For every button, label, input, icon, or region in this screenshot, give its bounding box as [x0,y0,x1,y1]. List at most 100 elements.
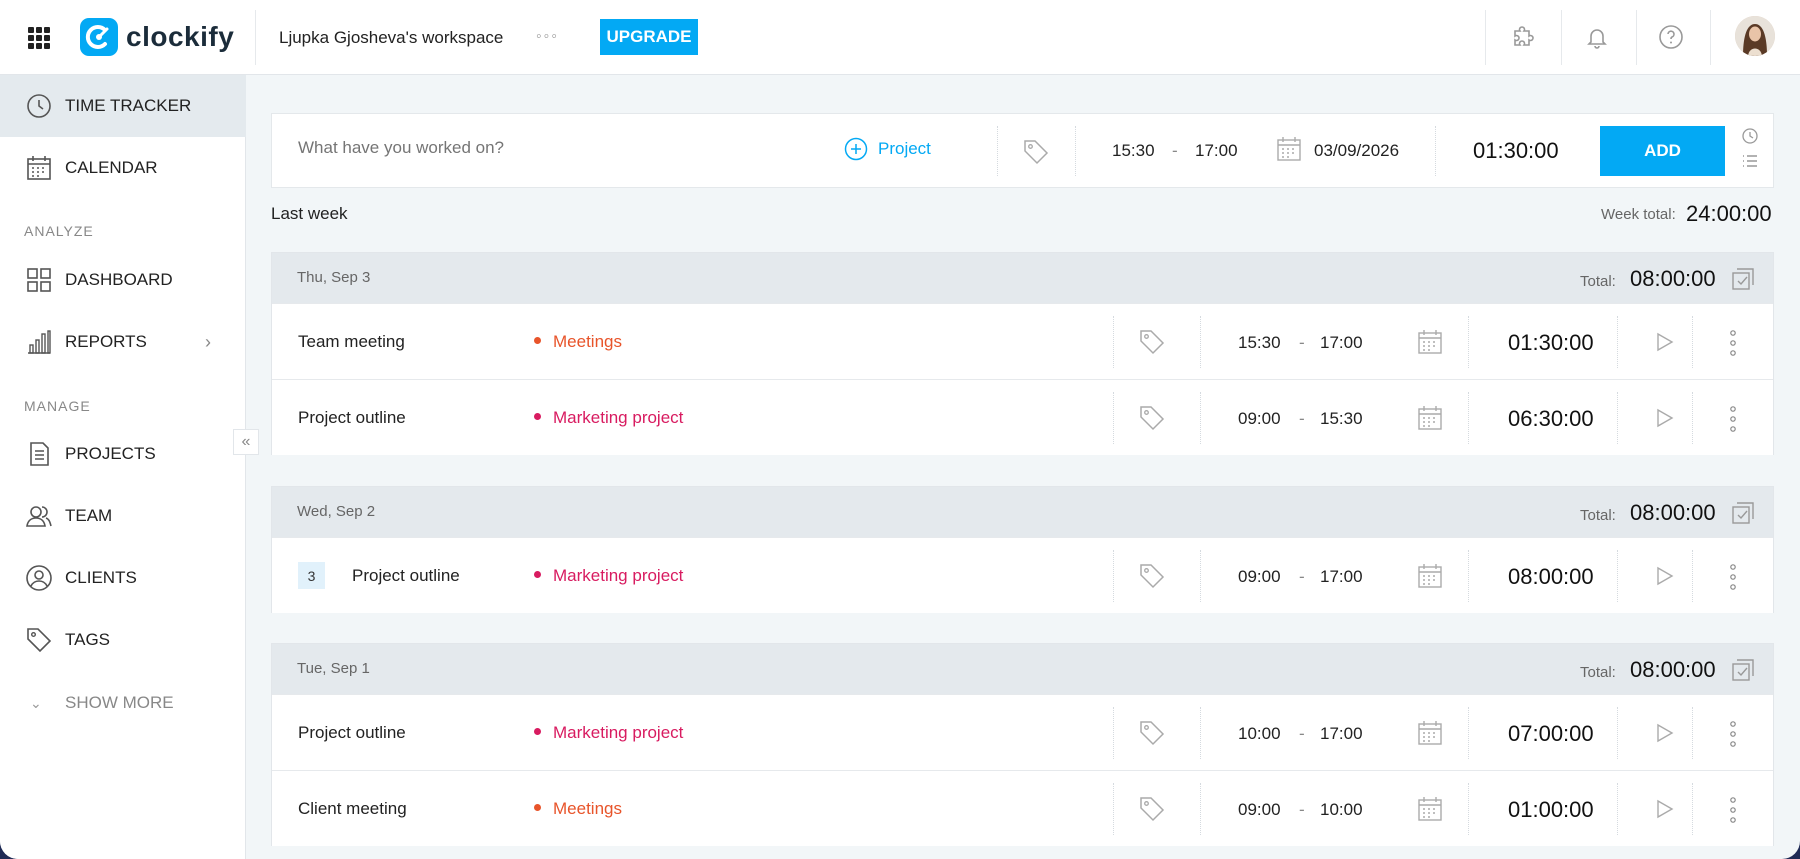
bulk-edit-icon[interactable] [1731,658,1755,682]
entry-description[interactable]: Project outline [298,723,406,743]
divider [1435,126,1436,176]
tag-icon[interactable] [1138,795,1166,823]
sidebar-item-time-tracker[interactable]: TIME TRACKER [0,75,246,137]
calendar-icon[interactable] [1417,563,1443,589]
table-row: Project outline Marketing project 09:00-15… [272,379,1773,455]
entry-end-time[interactable]: 17:00 [1320,724,1363,744]
entry-end-time[interactable]: 17:00 [1320,567,1363,587]
divider [1113,707,1114,759]
integrations-puzzle-icon[interactable] [1507,22,1537,52]
calendar-icon[interactable] [1417,329,1443,355]
entry-duration[interactable]: 07:00:00 [1508,721,1594,747]
day-header: Wed, Sep 2 Total: 08:00:00 [272,487,1773,537]
play-icon[interactable] [1652,564,1676,588]
show-more-button[interactable]: ⌄ SHOW MORE [0,672,246,734]
entry-project-label: Marketing project [553,723,684,742]
divider [1617,316,1618,368]
entry-project[interactable]: Meetings [534,332,622,352]
entry-project-label: Marketing project [553,408,684,427]
sidebar-item-clients[interactable]: CLIENTS [0,547,246,609]
sidebar-item-tags[interactable]: TAGS [0,609,246,671]
entry-start-time[interactable]: 09:00 [1238,567,1281,587]
tag-icon[interactable] [1138,562,1166,590]
sidebar: TIME TRACKER CALENDAR ANALYZE DASHBOARD … [0,75,246,859]
bulk-edit-icon[interactable] [1731,501,1755,525]
user-avatar[interactable] [1735,16,1775,56]
time-separator: - [1299,567,1305,586]
entry-project[interactable]: Meetings [534,799,622,819]
add-entry-button[interactable]: ADD [1600,126,1725,176]
entry-duration[interactable]: 01:30:00 [1508,330,1594,356]
apps-grid-icon[interactable] [28,27,50,49]
entry-end-time[interactable]: 10:00 [1320,800,1363,820]
calendar-icon[interactable] [1417,720,1443,746]
tag-icon[interactable] [1138,328,1166,356]
divider [1617,783,1618,835]
divider [255,10,256,65]
entry-start-time[interactable]: 10:00 [1238,724,1281,744]
help-question-icon[interactable] [1656,22,1686,52]
clockify-logo[interactable]: clockify [80,18,234,56]
end-time-input[interactable]: 17:00 [1195,141,1238,161]
tag-icon[interactable] [1138,404,1166,432]
divider [1468,550,1469,602]
entry-project[interactable]: Marketing project [534,566,683,586]
calendar-icon[interactable] [1276,136,1302,162]
manual-mode-list-icon[interactable] [1741,152,1759,170]
workspace-name[interactable]: Ljupka Gjosheva's workspace [279,28,503,48]
day-total-label: Total: [1580,507,1616,524]
grouped-entries-count[interactable]: 3 [298,562,325,589]
more-vertical-icon[interactable] [1728,795,1738,825]
entry-start-time[interactable]: 09:00 [1238,409,1281,429]
sidebar-item-reports[interactable]: REPORTS › [0,311,246,373]
upgrade-button[interactable]: UPGRADE [600,19,698,55]
entry-end-time[interactable]: 17:00 [1320,333,1363,353]
entry-duration[interactable]: 01:00:00 [1508,797,1594,823]
entry-description[interactable]: Client meeting [298,799,407,819]
divider [1692,707,1693,759]
tag-icon[interactable] [1138,719,1166,747]
bulk-edit-icon[interactable] [1731,267,1755,291]
entry-description[interactable]: Project outline [352,566,460,586]
tag-icon[interactable] [1022,138,1050,166]
description-input[interactable] [298,138,798,158]
divider [1692,550,1693,602]
entry-duration[interactable]: 06:30:00 [1508,406,1594,432]
duration-display[interactable]: 01:30:00 [1473,138,1559,164]
workspace-more-button[interactable]: ◦◦◦ [536,28,559,46]
sidebar-item-label: DASHBOARD [65,270,173,289]
entry-project[interactable]: Marketing project [534,408,683,428]
calendar-icon[interactable] [1417,405,1443,431]
collapse-sidebar-button[interactable]: « [233,429,259,455]
divider [997,126,998,176]
sidebar-item-calendar[interactable]: CALENDAR [0,137,246,199]
start-time-input[interactable]: 15:30 [1112,141,1155,161]
more-vertical-icon[interactable] [1728,719,1738,749]
entry-start-time[interactable]: 09:00 [1238,800,1281,820]
more-vertical-icon[interactable] [1728,404,1738,434]
week-total-label: Week total: [1601,206,1676,223]
notifications-bell-icon[interactable] [1582,22,1612,52]
divider [1692,392,1693,444]
sidebar-item-projects[interactable]: PROJECTS [0,423,246,485]
more-vertical-icon[interactable] [1728,562,1738,592]
date-input[interactable]: 03/09/2026 [1314,141,1399,161]
sidebar-item-team[interactable]: TEAM [0,485,246,547]
divider [1617,392,1618,444]
timer-mode-clock-icon[interactable] [1741,127,1759,145]
sidebar-item-dashboard[interactable]: DASHBOARD [0,249,246,311]
entry-description[interactable]: Team meeting [298,332,405,352]
entry-project[interactable]: Marketing project [534,723,683,743]
select-project-button[interactable]: Project [844,137,931,161]
table-row: Team meeting Meetings 15:30-17:00 01:30:00 [272,303,1773,379]
play-icon[interactable] [1652,797,1676,821]
more-vertical-icon[interactable] [1728,328,1738,358]
play-icon[interactable] [1652,721,1676,745]
play-icon[interactable] [1652,330,1676,354]
entry-description[interactable]: Project outline [298,408,406,428]
entry-start-time[interactable]: 15:30 [1238,333,1281,353]
entry-end-time[interactable]: 15:30 [1320,409,1363,429]
play-icon[interactable] [1652,406,1676,430]
calendar-icon[interactable] [1417,796,1443,822]
entry-duration[interactable]: 08:00:00 [1508,564,1594,590]
